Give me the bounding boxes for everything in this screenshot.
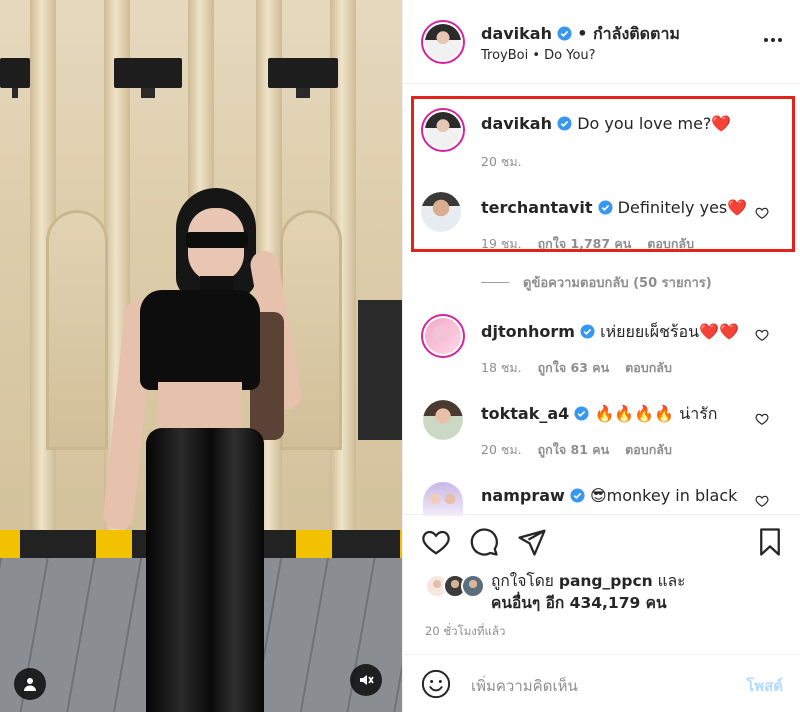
like-comment-heart-icon[interactable] (755, 494, 769, 508)
comment-avatar[interactable] (423, 482, 463, 516)
header-username[interactable]: davikah (481, 24, 552, 43)
post-time-ago[interactable]: 20 ชั่วโมงที่แล้ว (425, 623, 505, 641)
view-replies-button[interactable]: ดูข้อความตอบกลับ (50 รายการ) (481, 272, 712, 293)
fire-emoji: 🔥🔥🔥🔥 (594, 404, 675, 423)
post-comment-button[interactable]: โพสต์ (746, 674, 783, 698)
comment-username[interactable]: nampraw (481, 486, 565, 505)
liked-by-and: และ (657, 572, 686, 590)
liked-by: ถูกใจโดย pang_ppcn และ คนอื่นๆ อีก 434,1… (425, 570, 795, 616)
liked-by-prefix: ถูกใจโดย (491, 572, 554, 590)
comment-text: monkey in black (606, 486, 738, 505)
comment-username[interactable]: djtonhorm (481, 322, 575, 341)
post-sidebar: davikah • กำลังติดตาม TroyBoi • Do You? … (402, 0, 800, 712)
comment-likes[interactable]: ถูกใจ 81 คน (538, 440, 610, 460)
comment-text: เห่ยยยเผ็ชร้อน (600, 322, 700, 341)
comment-time[interactable]: 20 ชม. (481, 440, 522, 460)
liked-by-user[interactable]: pang_ppcn (559, 572, 653, 590)
comment-time[interactable]: 18 ชม. (481, 358, 522, 378)
comment-meta: 18 ชม. ถูกใจ 63 คน ตอบกลับ (481, 358, 672, 378)
audio-label[interactable]: TroyBoi • Do You? (481, 48, 596, 63)
comment-line: toktak_a4 🔥🔥🔥🔥 น่ารัก (481, 402, 717, 427)
liker-avatar[interactable] (461, 574, 485, 598)
comment-icon[interactable] (469, 527, 499, 557)
comment-line: nampraw 😎monkey in black (481, 486, 737, 505)
liked-by-text: ถูกใจโดย pang_ppcn และ คนอื่นๆ อีก 434,1… (491, 570, 685, 614)
like-comment-heart-icon[interactable] (755, 412, 769, 426)
mute-icon[interactable] (350, 664, 382, 696)
comment-avatar[interactable] (421, 314, 465, 358)
comment-avatar[interactable] (423, 400, 463, 440)
verified-badge-icon (574, 406, 589, 421)
heart-emoji: ❤️❤️ (699, 322, 739, 341)
post-video[interactable] (0, 0, 402, 712)
comment-username[interactable]: toktak_a4 (481, 404, 569, 423)
reply-button[interactable]: ตอบกลับ (625, 358, 672, 378)
comment-text: น่ารัก (679, 404, 718, 423)
reply-button[interactable]: ตอบกลับ (625, 440, 672, 460)
like-comment-heart-icon[interactable] (755, 328, 769, 342)
post-header: davikah • กำลังติดตาม TroyBoi • Do You? (403, 0, 800, 84)
comment-likes[interactable]: ถูกใจ 63 คน (538, 358, 610, 378)
add-comment-input[interactable]: เพิ่มความคิดเห็น (471, 674, 578, 698)
highlight-box (411, 96, 795, 252)
divider-dash (481, 282, 509, 283)
section-divider (403, 514, 800, 515)
view-replies-label: ดูข้อความตอบกลับ (50 รายการ) (523, 276, 712, 291)
comment-line: djtonhorm เห่ยยยเผ็ชร้อน❤️❤️ (481, 320, 739, 345)
emoji-smiley-icon[interactable] (421, 669, 451, 699)
comment-composer: เพิ่มความคิดเห็น โพสต์ (403, 654, 800, 712)
like-heart-icon[interactable] (421, 527, 451, 557)
tagged-user-icon[interactable] (14, 668, 46, 700)
verified-badge-icon (557, 26, 572, 41)
avatar[interactable] (421, 20, 465, 64)
verified-badge-icon (570, 488, 585, 503)
follow-status[interactable]: • กำลังติดตาม (577, 24, 680, 43)
more-horizontal-icon[interactable] (763, 30, 783, 50)
share-icon[interactable] (517, 527, 547, 557)
comment-meta: 20 ชม. ถูกใจ 81 คน ตอบกลับ (481, 440, 672, 460)
sunglasses-emoji: 😎 (589, 486, 607, 505)
liked-by-others[interactable]: คนอื่นๆ อีก 434,179 คน (491, 594, 667, 612)
action-bar (403, 527, 800, 563)
save-bookmark-icon[interactable] (755, 527, 785, 557)
verified-badge-icon (580, 324, 595, 339)
